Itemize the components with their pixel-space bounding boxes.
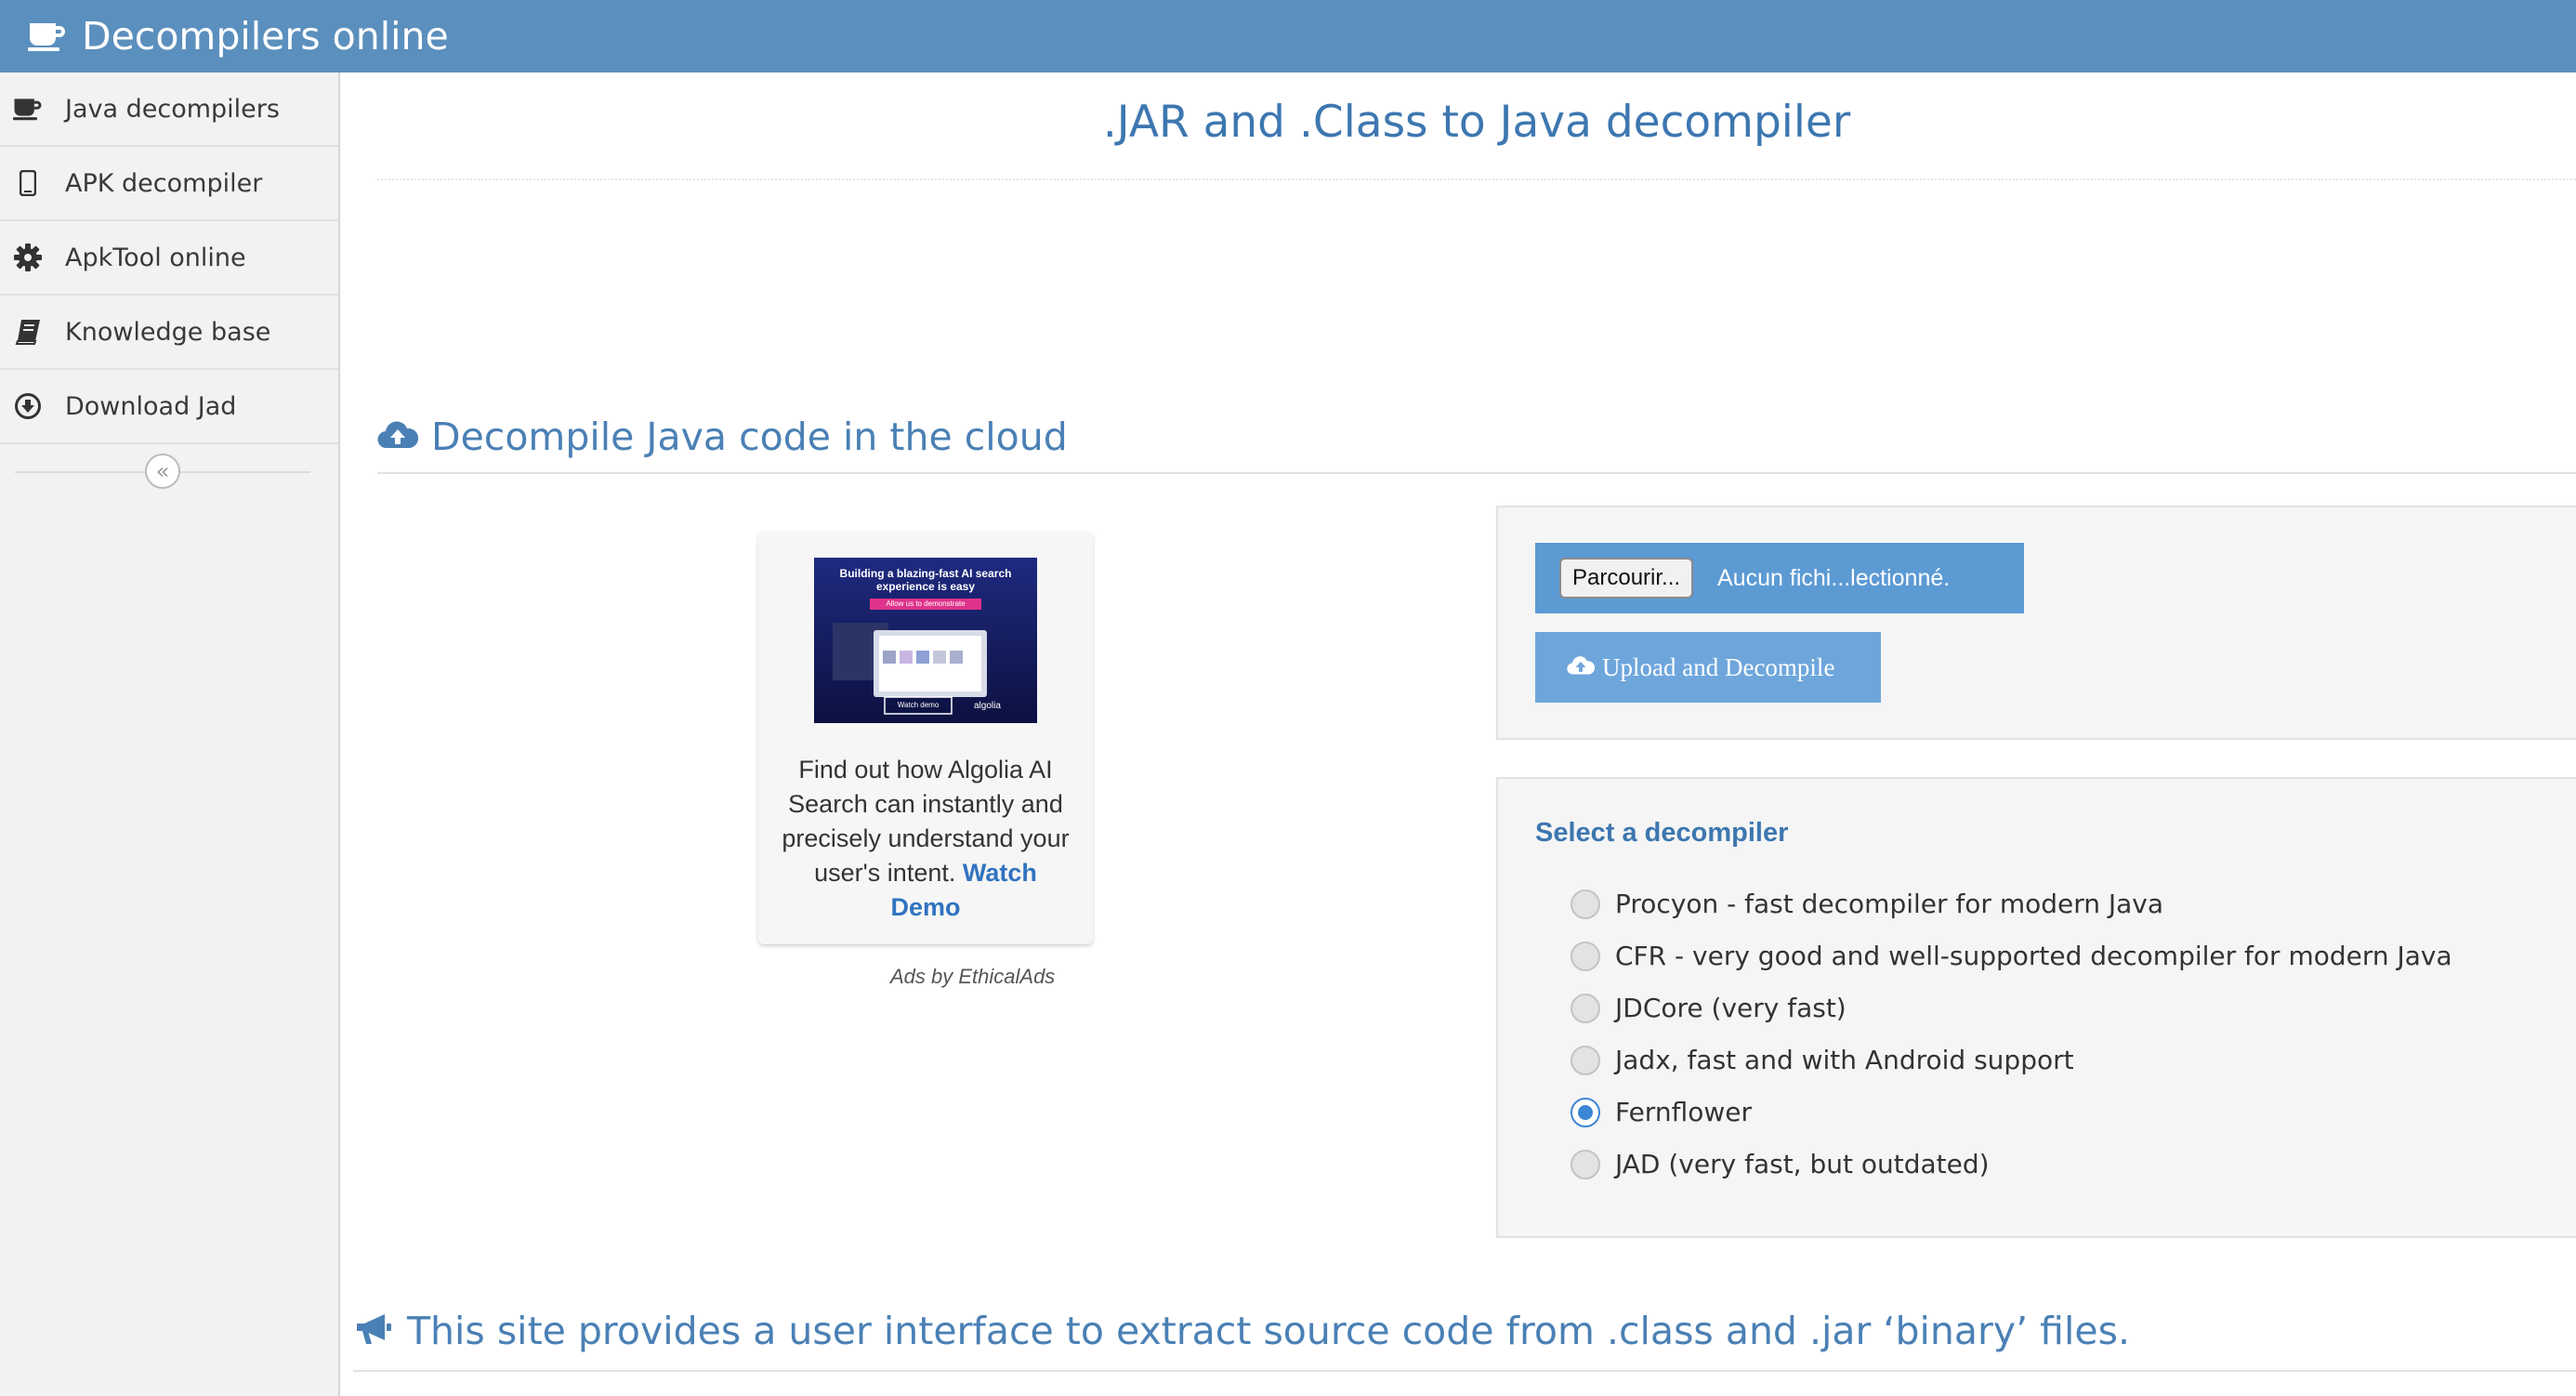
decompiler-select-title: Select a decompiler xyxy=(1535,818,1789,848)
browse-button[interactable]: Parcourir... xyxy=(1559,558,1694,599)
coffee-cup-icon xyxy=(13,94,43,124)
section-heading: Decompile Java code in the cloud xyxy=(377,415,1068,459)
radio-button[interactable] xyxy=(1571,993,1600,1023)
collapse-sidebar-button[interactable]: « xyxy=(145,454,180,489)
sidebar-item-java-decompilers[interactable]: Java decompilers xyxy=(0,72,338,147)
sidebar-item-apk-decompiler[interactable]: APK decompiler xyxy=(0,147,338,221)
decompiler-select-panel: Select a decompiler Procyon - fast decom… xyxy=(1496,777,2576,1238)
ad-image[interactable]: Building a blazing-fast AI search experi… xyxy=(814,558,1037,723)
sidebar-item-label: Java decompilers xyxy=(65,94,280,124)
decompiler-option-fernflower[interactable]: Fernflower xyxy=(1571,1097,1752,1127)
file-input[interactable]: Parcourir... Aucun fichi...lectionné. xyxy=(1535,543,2024,613)
ad-image-button: Watch demo xyxy=(897,701,940,709)
book-icon xyxy=(13,317,43,347)
sidebar-item-label: APK decompiler xyxy=(65,168,263,198)
info-title: This site provides a user interface to e… xyxy=(407,1309,2131,1353)
site-brand[interactable]: Decompilers online xyxy=(82,14,449,59)
decompiler-option-procyon[interactable]: Procyon - fast decompiler for modern Jav… xyxy=(1571,889,2163,919)
page-title: .JAR and .Class to Java decompiler xyxy=(1102,97,1851,148)
sidebar-item-label: Download Jad xyxy=(65,391,237,421)
radio-button[interactable] xyxy=(1571,941,1600,971)
radio-button[interactable] xyxy=(1571,1045,1600,1075)
option-label: JDCore (very fast) xyxy=(1615,993,1847,1023)
section-title: Decompile Java code in the cloud xyxy=(431,415,1068,459)
top-navbar: Decompilers online xyxy=(0,0,2576,72)
radio-button[interactable] xyxy=(1571,1149,1600,1179)
sidebar-item-download-jad[interactable]: Download Jad xyxy=(0,370,338,444)
cloud-upload-icon xyxy=(377,420,419,454)
option-label: Jadx, fast and with Android support xyxy=(1615,1045,2074,1075)
radio-button-selected[interactable] xyxy=(1571,1097,1600,1127)
radio-button[interactable] xyxy=(1571,889,1600,919)
upload-and-decompile-button[interactable]: Upload and Decompile xyxy=(1535,632,1881,703)
mobile-phone-icon xyxy=(13,168,43,198)
option-label: JAD (very fast, but outdated) xyxy=(1615,1149,1990,1179)
download-circle-icon xyxy=(13,391,43,421)
ad-card[interactable]: Building a blazing-fast AI search experi… xyxy=(758,532,1093,944)
gear-icon xyxy=(13,243,43,272)
divider xyxy=(377,178,2576,180)
decompiler-option-jadx[interactable]: Jadx, fast and with Android support xyxy=(1571,1045,2074,1075)
decompiler-option-cfr[interactable]: CFR - very good and well-supported decom… xyxy=(1571,941,2452,971)
ad-image-headline: Building a blazing-fast AI search experi… xyxy=(839,567,1012,593)
algolia-logo: algolia xyxy=(974,701,1001,711)
divider xyxy=(377,472,2576,474)
sidebar-item-label: Knowledge base xyxy=(65,317,271,347)
option-label: CFR - very good and well-supported decom… xyxy=(1615,941,2452,971)
cloud-upload-icon xyxy=(1567,655,1596,679)
sidebar: Java decompilers APK decompiler ApkTool … xyxy=(0,72,340,1396)
coffee-cup-icon xyxy=(28,20,69,53)
file-status: Aucun fichi...lectionné. xyxy=(1717,564,1951,591)
sidebar-collapse-row: « xyxy=(0,444,338,500)
upload-panel: Parcourir... Aucun fichi...lectionné. Up… xyxy=(1496,506,2576,740)
upload-button-label: Upload and Decompile xyxy=(1602,652,1835,681)
ad-image-tagline: Allow us to demonstrate xyxy=(886,599,966,608)
double-chevron-left-icon: « xyxy=(155,458,170,484)
ad-attribution-link[interactable]: Ads by EthicalAds xyxy=(890,965,1055,989)
option-label: Procyon - fast decompiler for modern Jav… xyxy=(1615,889,2164,919)
decompiler-option-jdcore[interactable]: JDCore (very fast) xyxy=(1571,993,1847,1023)
megaphone-icon xyxy=(353,1312,394,1350)
sidebar-item-label: ApkTool online xyxy=(65,243,246,272)
ad-text: Find out how Algolia AI Search can insta… xyxy=(779,753,1072,925)
decompiler-option-jad[interactable]: JAD (very fast, but outdated) xyxy=(1571,1149,1990,1179)
option-label: Fernflower xyxy=(1615,1097,1752,1127)
info-heading: This site provides a user interface to e… xyxy=(353,1309,2130,1353)
divider xyxy=(353,1370,2576,1372)
sidebar-item-knowledge-base[interactable]: Knowledge base xyxy=(0,296,338,370)
sidebar-item-apktool-online[interactable]: ApkTool online xyxy=(0,221,338,296)
